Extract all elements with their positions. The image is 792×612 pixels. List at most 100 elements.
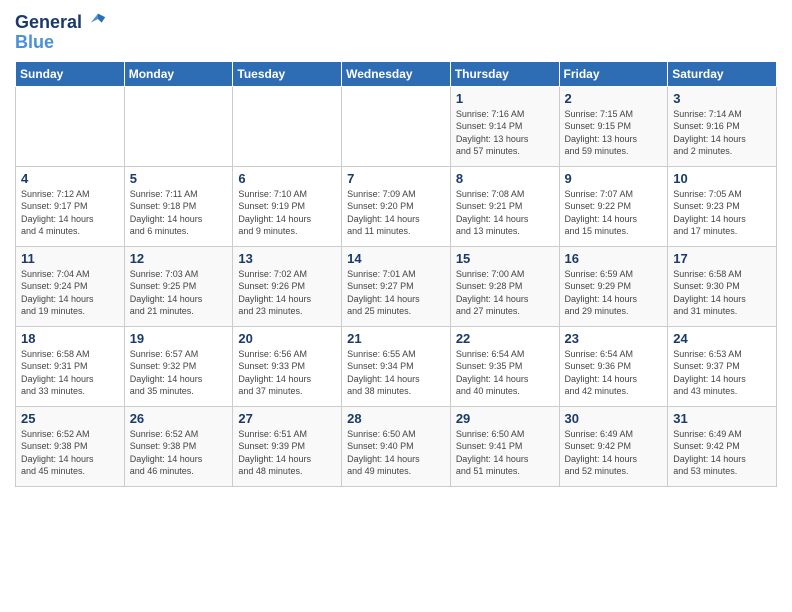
- day-cell: 26Sunrise: 6:52 AM Sunset: 9:38 PM Dayli…: [124, 406, 233, 486]
- day-cell: 15 Sunrise: 7:00 AM Sunset: 9:28 PM Dayli…: [450, 246, 559, 326]
- day-cell: 25 Sunrise: 6:52 AM Sunset: 9:38 PM Dayli…: [16, 406, 125, 486]
- day-info: Sunrise: 7:00 AM Sunset: 9:28 PM Dayligh…: [456, 268, 554, 318]
- page-container: General Blue SundayMondayTuesdayWednesda…: [0, 0, 792, 497]
- day-number: 3: [673, 91, 771, 106]
- week-row-4: 25 Sunrise: 6:52 AM Sunset: 9:38 PM Dayli…: [16, 406, 777, 486]
- day-info: Sunrise: 6:49 AM Sunset: 9:42 PM Dayligh…: [565, 428, 663, 478]
- day-number: 25: [21, 411, 119, 426]
- day-number: 5: [130, 171, 228, 186]
- day-number: 17: [673, 251, 771, 266]
- day-cell: 5 Sunrise: 7:11 AM Sunset: 9:18 PM Daylig…: [124, 166, 233, 246]
- week-row-0: 1 Sunrise: 7:16 AM Sunset: 9:14 PM Daylig…: [16, 86, 777, 166]
- day-cell: 20Sunrise: 6:56 AM Sunset: 9:33 PM Dayli…: [233, 326, 342, 406]
- day-number: 7: [347, 171, 445, 186]
- day-number: 21: [347, 331, 445, 346]
- day-info: Sunrise: 7:12 AM Sunset: 9:17 PM Dayligh…: [21, 188, 119, 238]
- week-row-1: 4 Sunrise: 7:12 AM Sunset: 9:17 PM Daylig…: [16, 166, 777, 246]
- day-info: Sunrise: 7:04 AM Sunset: 9:24 PM Dayligh…: [21, 268, 119, 318]
- day-number: 30: [565, 411, 663, 426]
- header-day-saturday: Saturday: [668, 61, 777, 86]
- calendar-body: 1 Sunrise: 7:16 AM Sunset: 9:14 PM Daylig…: [16, 86, 777, 486]
- day-number: 12: [130, 251, 228, 266]
- day-cell: [16, 86, 125, 166]
- day-number: 6: [238, 171, 336, 186]
- day-cell: 11 Sunrise: 7:04 AM Sunset: 9:24 PM Dayli…: [16, 246, 125, 326]
- day-info: Sunrise: 7:02 AM Sunset: 9:26 PM Dayligh…: [238, 268, 336, 318]
- day-info: Sunrise: 6:50 AM Sunset: 9:40 PM Dayligh…: [347, 428, 445, 478]
- day-cell: 4 Sunrise: 7:12 AM Sunset: 9:17 PM Daylig…: [16, 166, 125, 246]
- day-info: Sunrise: 6:50 AM Sunset: 9:41 PM Dayligh…: [456, 428, 554, 478]
- day-number: 13: [238, 251, 336, 266]
- day-cell: 27Sunrise: 6:51 AM Sunset: 9:39 PM Dayli…: [233, 406, 342, 486]
- day-cell: 16Sunrise: 6:59 AM Sunset: 9:29 PM Dayli…: [559, 246, 668, 326]
- day-number: 15: [456, 251, 554, 266]
- day-info: Sunrise: 7:08 AM Sunset: 9:21 PM Dayligh…: [456, 188, 554, 238]
- header-day-monday: Monday: [124, 61, 233, 86]
- logo: General Blue: [15, 10, 107, 53]
- day-cell: 9Sunrise: 7:07 AM Sunset: 9:22 PM Daylig…: [559, 166, 668, 246]
- day-cell: 23Sunrise: 6:54 AM Sunset: 9:36 PM Dayli…: [559, 326, 668, 406]
- day-cell: [342, 86, 451, 166]
- day-info: Sunrise: 7:14 AM Sunset: 9:16 PM Dayligh…: [673, 108, 771, 158]
- day-number: 18: [21, 331, 119, 346]
- day-cell: 17Sunrise: 6:58 AM Sunset: 9:30 PM Dayli…: [668, 246, 777, 326]
- page-header: General Blue: [15, 10, 777, 53]
- day-cell: 21 Sunrise: 6:55 AM Sunset: 9:34 PM Dayli…: [342, 326, 451, 406]
- day-cell: 3 Sunrise: 7:14 AM Sunset: 9:16 PM Daylig…: [668, 86, 777, 166]
- day-cell: 1 Sunrise: 7:16 AM Sunset: 9:14 PM Daylig…: [450, 86, 559, 166]
- logo-line2: Blue: [15, 33, 107, 53]
- header-day-friday: Friday: [559, 61, 668, 86]
- day-cell: 10Sunrise: 7:05 AM Sunset: 9:23 PM Dayli…: [668, 166, 777, 246]
- week-row-3: 18 Sunrise: 6:58 AM Sunset: 9:31 PM Dayli…: [16, 326, 777, 406]
- day-number: 20: [238, 331, 336, 346]
- day-info: Sunrise: 6:58 AM Sunset: 9:31 PM Dayligh…: [21, 348, 119, 398]
- day-info: Sunrise: 6:59 AM Sunset: 9:29 PM Dayligh…: [565, 268, 663, 318]
- week-row-2: 11 Sunrise: 7:04 AM Sunset: 9:24 PM Dayli…: [16, 246, 777, 326]
- day-cell: 22Sunrise: 6:54 AM Sunset: 9:35 PM Dayli…: [450, 326, 559, 406]
- day-info: Sunrise: 6:53 AM Sunset: 9:37 PM Dayligh…: [673, 348, 771, 398]
- day-number: 4: [21, 171, 119, 186]
- day-info: Sunrise: 7:07 AM Sunset: 9:22 PM Dayligh…: [565, 188, 663, 238]
- day-cell: 29 Sunrise: 6:50 AM Sunset: 9:41 PM Dayli…: [450, 406, 559, 486]
- day-info: Sunrise: 6:57 AM Sunset: 9:32 PM Dayligh…: [130, 348, 228, 398]
- day-info: Sunrise: 7:16 AM Sunset: 9:14 PM Dayligh…: [456, 108, 554, 158]
- day-cell: 24 Sunrise: 6:53 AM Sunset: 9:37 PM Dayli…: [668, 326, 777, 406]
- day-cell: 2Sunrise: 7:15 AM Sunset: 9:15 PM Daylig…: [559, 86, 668, 166]
- logo-line1: General: [15, 10, 107, 33]
- day-number: 1: [456, 91, 554, 106]
- calendar-table: SundayMondayTuesdayWednesdayThursdayFrid…: [15, 61, 777, 487]
- day-cell: 7 Sunrise: 7:09 AM Sunset: 9:20 PM Daylig…: [342, 166, 451, 246]
- day-info: Sunrise: 7:10 AM Sunset: 9:19 PM Dayligh…: [238, 188, 336, 238]
- header-row: SundayMondayTuesdayWednesdayThursdayFrid…: [16, 61, 777, 86]
- day-info: Sunrise: 6:54 AM Sunset: 9:36 PM Dayligh…: [565, 348, 663, 398]
- header-day-tuesday: Tuesday: [233, 61, 342, 86]
- day-number: 11: [21, 251, 119, 266]
- day-cell: 30 Sunrise: 6:49 AM Sunset: 9:42 PM Dayli…: [559, 406, 668, 486]
- day-cell: 19 Sunrise: 6:57 AM Sunset: 9:32 PM Dayli…: [124, 326, 233, 406]
- day-info: Sunrise: 7:05 AM Sunset: 9:23 PM Dayligh…: [673, 188, 771, 238]
- day-number: 29: [456, 411, 554, 426]
- header-day-wednesday: Wednesday: [342, 61, 451, 86]
- day-number: 22: [456, 331, 554, 346]
- day-info: Sunrise: 7:09 AM Sunset: 9:20 PM Dayligh…: [347, 188, 445, 238]
- header-day-thursday: Thursday: [450, 61, 559, 86]
- day-info: Sunrise: 6:51 AM Sunset: 9:39 PM Dayligh…: [238, 428, 336, 478]
- day-number: 19: [130, 331, 228, 346]
- day-info: Sunrise: 6:52 AM Sunset: 9:38 PM Dayligh…: [130, 428, 228, 478]
- day-cell: 14 Sunrise: 7:01 AM Sunset: 9:27 PM Dayli…: [342, 246, 451, 326]
- day-info: Sunrise: 7:01 AM Sunset: 9:27 PM Dayligh…: [347, 268, 445, 318]
- day-info: Sunrise: 7:11 AM Sunset: 9:18 PM Dayligh…: [130, 188, 228, 238]
- day-number: 2: [565, 91, 663, 106]
- day-number: 28: [347, 411, 445, 426]
- day-number: 24: [673, 331, 771, 346]
- header-day-sunday: Sunday: [16, 61, 125, 86]
- day-cell: [124, 86, 233, 166]
- day-cell: 13 Sunrise: 7:02 AM Sunset: 9:26 PM Dayli…: [233, 246, 342, 326]
- day-cell: 28 Sunrise: 6:50 AM Sunset: 9:40 PM Dayli…: [342, 406, 451, 486]
- day-cell: 12 Sunrise: 7:03 AM Sunset: 9:25 PM Dayli…: [124, 246, 233, 326]
- day-number: 14: [347, 251, 445, 266]
- day-info: Sunrise: 6:52 AM Sunset: 9:38 PM Dayligh…: [21, 428, 119, 478]
- day-info: Sunrise: 7:03 AM Sunset: 9:25 PM Dayligh…: [130, 268, 228, 318]
- day-cell: 18 Sunrise: 6:58 AM Sunset: 9:31 PM Dayli…: [16, 326, 125, 406]
- day-info: Sunrise: 6:55 AM Sunset: 9:34 PM Dayligh…: [347, 348, 445, 398]
